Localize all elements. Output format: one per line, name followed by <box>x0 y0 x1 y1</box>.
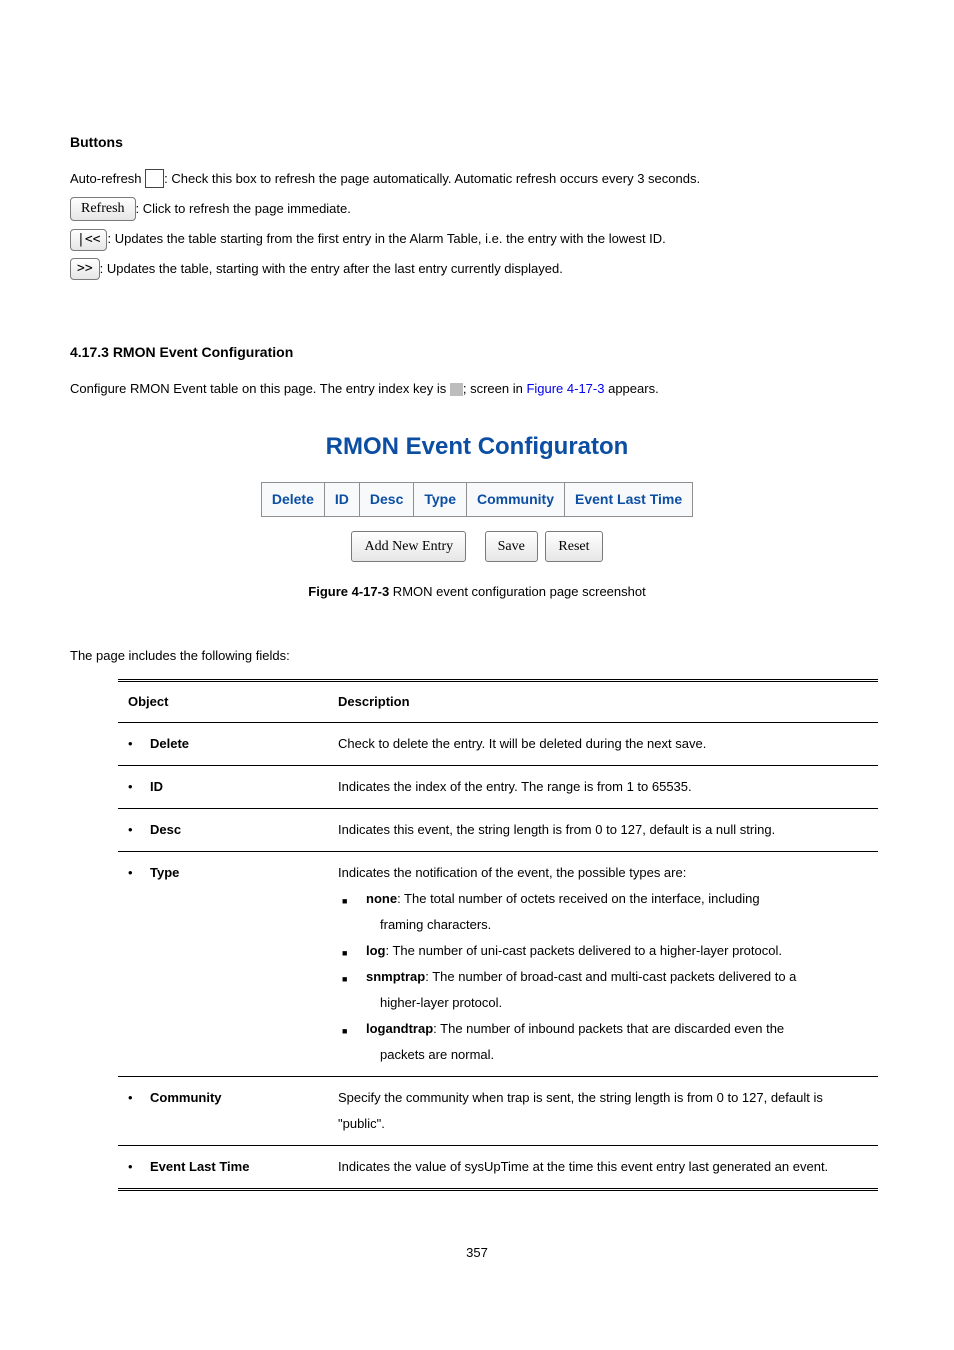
fig-col-id: ID <box>324 483 359 517</box>
fields-intro: The page includes the following fields: <box>70 644 884 667</box>
save-button[interactable]: Save <box>485 531 538 562</box>
type-log: log <box>366 943 386 958</box>
rmon-intro: Configure RMON Event table on this page.… <box>70 377 884 400</box>
table-row: •Desc Indicates this event, the string l… <box>118 808 878 851</box>
desc-delete: Check to delete the entry. It will be de… <box>328 722 878 765</box>
figure-caption-bold: Figure 4-17-3 <box>308 584 389 599</box>
desc-id: Indicates the index of the entry. The ra… <box>328 765 878 808</box>
figure-link[interactable]: Figure 4-17-3 <box>526 381 604 396</box>
first-line: |<<: Updates the table starting from the… <box>70 227 884 251</box>
list-item: none: The total number of octets receive… <box>338 886 868 938</box>
fields-table: Object Description •Delete Check to dele… <box>118 679 878 1190</box>
type-snmptrap-text: : The number of broad-cast and multi-cas… <box>425 969 796 984</box>
refresh-button[interactable]: Refresh <box>70 197 136 221</box>
type-logandtrap: logandtrap <box>366 1021 433 1036</box>
desc-community: Specify the community when trap is sent,… <box>328 1076 878 1145</box>
fig-col-lasttime: Event Last Time <box>565 483 693 517</box>
figure-caption: Figure 4-17-3 RMON event configuration p… <box>70 580 884 603</box>
add-new-entry-button[interactable]: Add New Entry <box>351 531 466 562</box>
type-logandtrap-text: : The number of inbound packets that are… <box>433 1021 784 1036</box>
buttons-heading: Buttons <box>70 130 884 155</box>
figure-block: RMON Event Configuraton Delete ID Desc T… <box>70 425 884 563</box>
list-item: logandtrap: The number of inbound packet… <box>338 1016 868 1068</box>
page-number: 357 <box>70 1241 884 1264</box>
obj-type: Type <box>150 865 179 880</box>
auto-refresh-label: Auto-refresh <box>70 171 145 186</box>
fig-col-community: Community <box>467 483 565 517</box>
table-row: •Delete Check to delete the entry. It wi… <box>118 722 878 765</box>
intro-post: ; screen in <box>463 381 527 396</box>
desc-desc: Indicates this event, the string length … <box>328 808 878 851</box>
auto-refresh-checkbox[interactable] <box>145 169 164 188</box>
obj-id: ID <box>150 779 163 794</box>
obj-lasttime: Event Last Time <box>150 1159 249 1174</box>
go-first-button[interactable]: |<< <box>70 229 107 251</box>
obj-desc: Desc <box>150 822 181 837</box>
figure-table: Delete ID Desc Type Community Event Last… <box>261 482 693 517</box>
go-first-desc: : Updates the table starting from the fi… <box>107 231 665 246</box>
table-row: •Event Last Time Indicates the value of … <box>118 1145 878 1189</box>
id-token-bg <box>450 383 463 396</box>
type-logandtrap-cont: packets are normal. <box>366 1042 868 1068</box>
obj-delete: Delete <box>150 736 189 751</box>
refresh-line: Refresh: Click to refresh the page immed… <box>70 197 884 222</box>
type-lead: Indicates the notification of the event,… <box>338 860 868 886</box>
rmon-heading: 4.17.3 RMON Event Configuration <box>70 340 884 365</box>
fig-col-type: Type <box>414 483 467 517</box>
fig-col-desc: Desc <box>359 483 413 517</box>
type-log-text: : The number of uni-cast packets deliver… <box>386 943 782 958</box>
obj-community: Community <box>150 1090 222 1105</box>
th-description: Description <box>328 681 878 722</box>
table-row: •Type Indicates the notification of the … <box>118 851 878 1076</box>
type-none: none <box>366 891 397 906</box>
auto-refresh-desc: : Check this box to refresh the page aut… <box>164 171 700 186</box>
type-snmptrap: snmptrap <box>366 969 425 984</box>
type-none-text: : The total number of octets received on… <box>397 891 760 906</box>
list-item: log: The number of uni-cast packets deli… <box>338 938 868 964</box>
intro-pre: Configure RMON Event table on this page.… <box>70 381 450 396</box>
fig-col-delete: Delete <box>261 483 324 517</box>
type-none-cont: framing characters. <box>366 912 868 938</box>
desc-lasttime: Indicates the value of sysUpTime at the … <box>328 1145 878 1189</box>
figure-title: RMON Event Configuraton <box>70 425 884 468</box>
figure-caption-rest: RMON event configuration page screenshot <box>389 584 646 599</box>
list-item: snmptrap: The number of broad-cast and m… <box>338 964 868 1016</box>
type-snmptrap-cont: higher-layer protocol. <box>366 990 868 1016</box>
figure-button-row: Add New Entry Save Reset <box>70 531 884 562</box>
reset-button[interactable]: Reset <box>545 531 602 562</box>
refresh-desc: : Click to refresh the page immediate. <box>136 201 351 216</box>
next-line: >>: Updates the table, starting with the… <box>70 257 884 281</box>
th-object: Object <box>118 681 328 722</box>
auto-refresh-line: Auto-refresh : Check this box to refresh… <box>70 167 884 190</box>
go-next-desc: : Updates the table, starting with the e… <box>100 261 563 276</box>
table-row: •ID Indicates the index of the entry. Th… <box>118 765 878 808</box>
table-row: •Community Specify the community when tr… <box>118 1076 878 1145</box>
go-next-button[interactable]: >> <box>70 258 100 280</box>
intro-end: appears. <box>604 381 658 396</box>
